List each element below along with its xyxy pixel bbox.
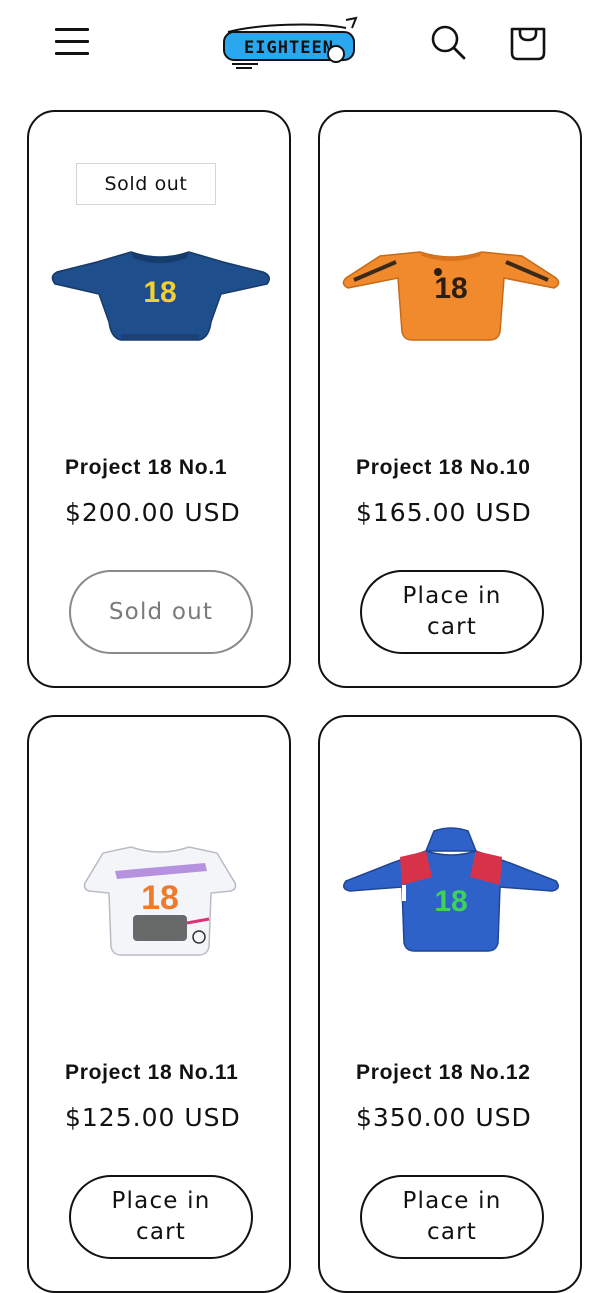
svg-text:18: 18	[141, 879, 179, 917]
svg-text:18: 18	[143, 276, 176, 309]
cart-bag-icon	[510, 27, 546, 61]
hamburger-line	[55, 52, 89, 55]
product-price: $125.00 USD	[65, 1103, 241, 1132]
logo-graphic: EIGHTEEN	[223, 16, 358, 69]
add-to-cart-button[interactable]: Place in cart	[360, 570, 544, 654]
product-price: $200.00 USD	[65, 498, 241, 527]
product-title[interactable]: Project 18 No.1	[65, 456, 285, 480]
product-price: $165.00 USD	[356, 498, 532, 527]
hamburger-menu-icon	[55, 28, 89, 31]
product-card[interactable]: 18 Project 18 No.12 $350.00 USD Place in…	[318, 715, 582, 1293]
product-image[interactable]: 18	[340, 827, 562, 977]
svg-text:EIGHTEEN: EIGHTEEN	[244, 38, 334, 58]
product-image[interactable]: 18	[49, 827, 271, 977]
sold-out-badge: Sold out	[76, 163, 216, 205]
product-title[interactable]: Project 18 No.12	[356, 1061, 576, 1085]
add-to-cart-button[interactable]: Place in cart	[360, 1175, 544, 1259]
svg-text:18: 18	[434, 272, 467, 305]
sold-out-button[interactable]: Sold out	[69, 570, 253, 654]
site-header: EIGHTEEN	[0, 0, 612, 84]
add-to-cart-button[interactable]: Place in cart	[69, 1175, 253, 1259]
menu-button[interactable]	[52, 22, 92, 62]
product-price: $350.00 USD	[356, 1103, 532, 1132]
product-image[interactable]: 18	[340, 222, 562, 372]
product-title[interactable]: Project 18 No.11	[65, 1061, 285, 1085]
product-card[interactable]: Sold out 18 Project 18 No.1 $200.00 USD …	[27, 110, 291, 688]
svg-text:18: 18	[434, 885, 467, 918]
product-image[interactable]: 18	[49, 222, 271, 372]
store-logo[interactable]: EIGHTEEN	[218, 14, 360, 72]
search-button[interactable]	[428, 22, 468, 62]
product-card[interactable]: 18 Project 18 No.11 $125.00 USD Place in…	[27, 715, 291, 1293]
cart-button[interactable]	[508, 22, 548, 62]
product-card[interactable]: 18 Project 18 No.10 $165.00 USD Place in…	[318, 110, 582, 688]
search-icon	[431, 25, 466, 60]
hamburger-line	[55, 40, 89, 43]
product-title[interactable]: Project 18 No.10	[356, 456, 576, 480]
